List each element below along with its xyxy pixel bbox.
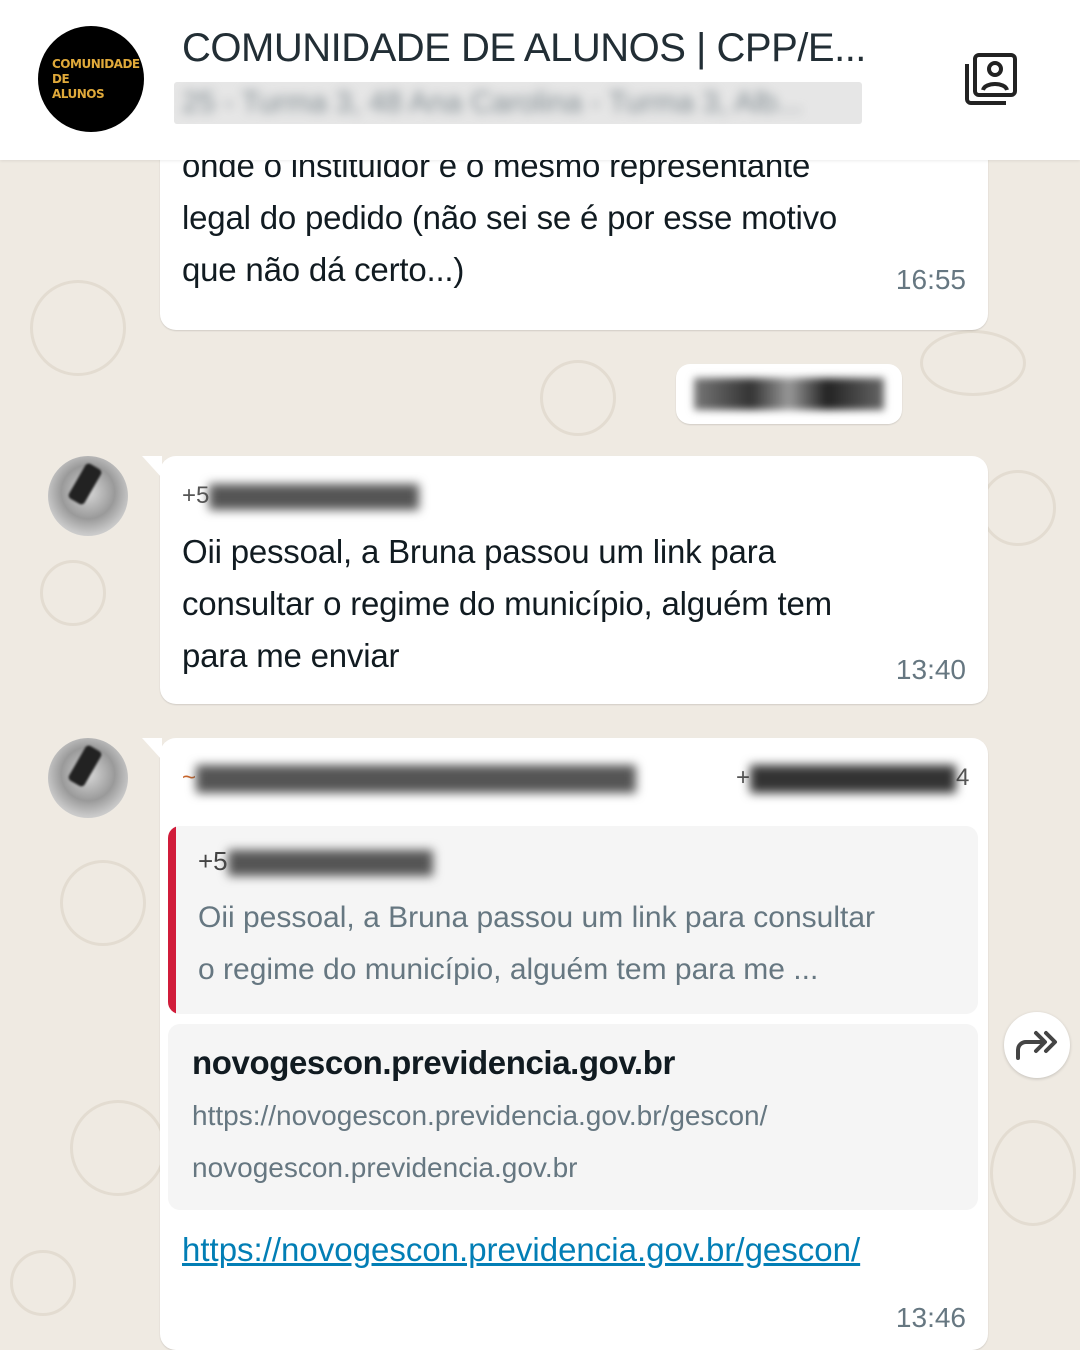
quoted-message[interactable]: +5 Oii pessoal, a Bruna passou um link p… <box>168 826 978 1014</box>
chat-header: COMUNIDADE DE ALUNOS COMUNIDADE DE ALUNO… <box>0 0 1080 160</box>
link-preview[interactable]: novogescon.previdencia.gov.br https://no… <box>168 1024 978 1210</box>
message-time: 13:40 <box>895 654 966 685</box>
message-bubble[interactable]: ~ +4 +5 Oii pessoal, a Bruna passou um l… <box>142 738 988 1350</box>
sender-phone[interactable]: +4 <box>736 764 969 793</box>
quoted-author: +5 <box>198 846 433 877</box>
quoted-text: Oii pessoal, a Bruna passou um link para… <box>198 901 876 986</box>
link-preview-site: novogescon.previdencia.gov.br <box>192 1152 578 1183</box>
group-subtitle[interactable]: 25 - Turma 3, 48 Ana Carolina - Turma 3,… <box>174 82 862 124</box>
message-time: 13:46 <box>895 1302 966 1333</box>
avatar-line-1: COMUNIDADE <box>52 56 140 71</box>
sender-avatar[interactable] <box>48 738 128 818</box>
sender-phone[interactable]: +5 <box>182 482 420 510</box>
message-time: 16:55 <box>895 264 966 295</box>
link-preview-url: https://novogescon.previdencia.gov.br/ge… <box>192 1100 768 1131</box>
link-preview-domain: novogescon.previdencia.gov.br <box>192 1044 675 1081</box>
message-text: onde o instituidor é o mesmo representan… <box>182 147 838 288</box>
forward-icon <box>1016 1031 1057 1060</box>
sender-name[interactable]: ~ <box>182 764 637 793</box>
contact-photos-icon[interactable] <box>962 50 1020 108</box>
message-bubble[interactable]: onde o instituidor é o mesmo representan… <box>160 140 988 330</box>
message-text: Oii pessoal, a Bruna passou um link para… <box>182 533 832 674</box>
group-avatar[interactable]: COMUNIDADE DE ALUNOS <box>38 26 144 132</box>
message-bubble[interactable]: +5 Oii pessoal, a Bruna passou um link p… <box>142 456 988 704</box>
forward-button[interactable] <box>1004 1012 1070 1078</box>
chat-area[interactable]: onde o instituidor é o mesmo representan… <box>0 140 1080 1350</box>
message-link[interactable]: https://novogescon.previdencia.gov.br/ge… <box>182 1224 972 1276</box>
group-subtitle-text: 25 - Turma 3, 48 Ana Carolina - Turma 3,… <box>182 86 803 119</box>
group-title[interactable]: COMUNIDADE DE ALUNOS | CPP/E... <box>182 26 882 71</box>
avatar-line-3: ALUNOS <box>52 86 105 101</box>
date-chip <box>676 364 902 424</box>
avatar-line-2: DE <box>52 71 70 86</box>
sender-avatar[interactable] <box>48 456 128 536</box>
